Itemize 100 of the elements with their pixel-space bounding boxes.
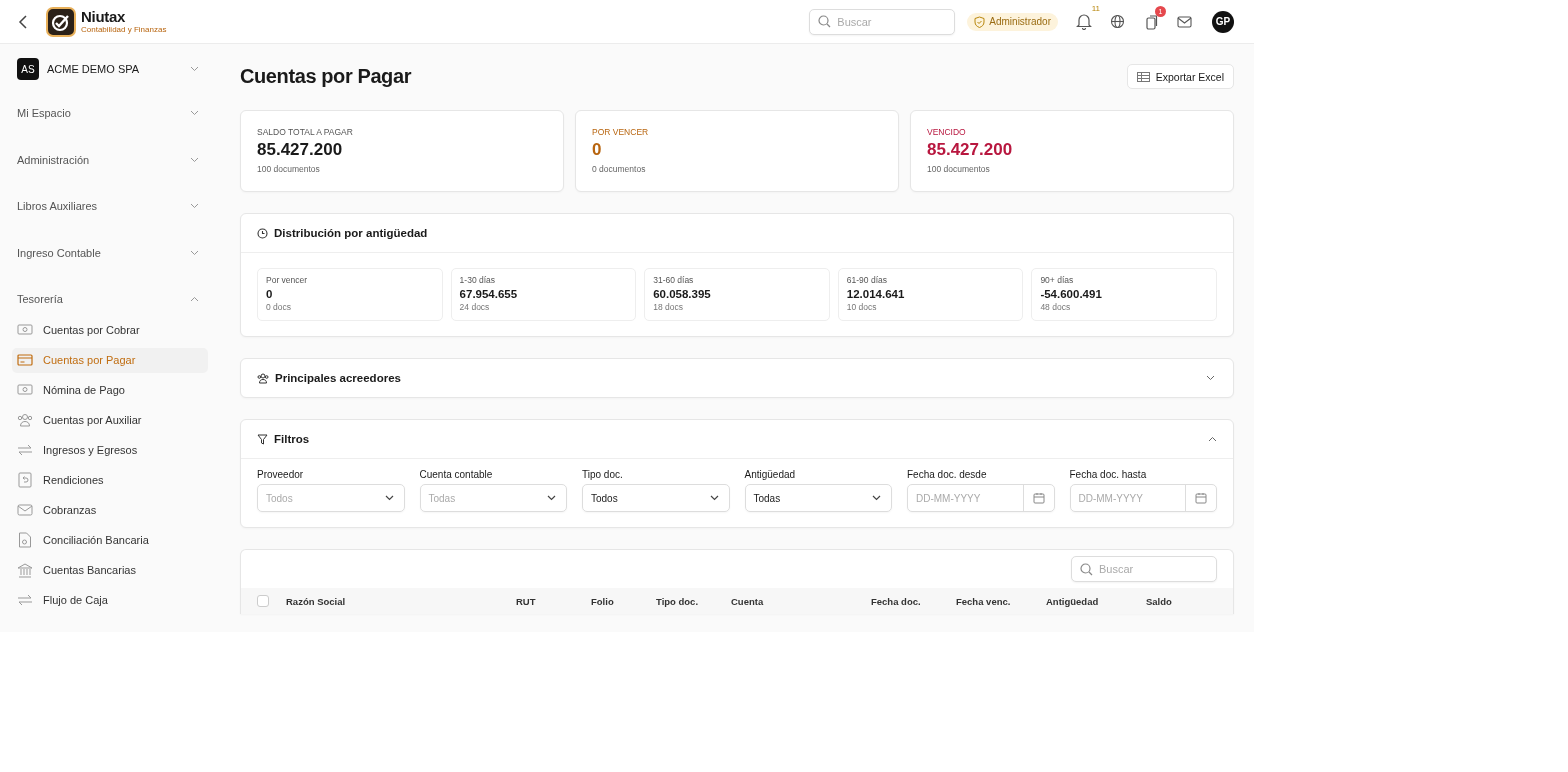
bucket-label: 90+ días xyxy=(1040,275,1075,285)
brand-tagline: Contabilidad y Finanzas xyxy=(81,26,167,34)
banknote-icon xyxy=(17,324,33,336)
arrows-swap-icon xyxy=(17,444,33,456)
filter-label: Antigüedad xyxy=(744,469,797,480)
credit-card-icon xyxy=(17,354,33,366)
chevron-down-icon xyxy=(1206,375,1215,381)
column-header[interactable]: Razón Social xyxy=(286,595,516,607)
sidebar-item[interactable]: Conciliación Bancaria xyxy=(12,527,208,553)
sidebar-item[interactable]: Cuentas Bancarias xyxy=(12,557,208,583)
filter-label: Fecha doc. hasta xyxy=(1069,469,1148,480)
summary-value: 0 xyxy=(592,140,603,160)
clipboard-icon[interactable] xyxy=(1145,13,1159,30)
column-header[interactable]: Cuenta xyxy=(731,595,871,607)
sidebar-section[interactable]: Administración xyxy=(12,146,208,173)
summary-count: 100 documentos xyxy=(257,164,321,174)
arrows-swap-icon xyxy=(17,594,33,606)
notification-count: 11 xyxy=(1091,4,1100,13)
bank-icon xyxy=(17,562,33,578)
column-header[interactable]: Antigüedad xyxy=(1046,595,1146,607)
users-icon xyxy=(257,372,269,384)
company-avatar: AS xyxy=(17,58,39,80)
select-all-checkbox[interactable] xyxy=(257,595,269,607)
sidebar-section[interactable]: Ingreso Contable xyxy=(12,239,208,266)
shield-check-icon xyxy=(974,15,986,28)
chevron-down-icon xyxy=(872,495,881,501)
column-header[interactable]: Fecha venc. xyxy=(956,595,1046,607)
back-icon[interactable] xyxy=(18,14,28,29)
sidebar-item[interactable]: Nómina de Pago xyxy=(12,377,208,403)
calendar-icon xyxy=(1032,492,1045,504)
search-icon xyxy=(818,15,832,28)
chevron-down-icon xyxy=(384,495,394,501)
bucket-value: 12.014.641 xyxy=(846,288,906,300)
chevron-up-icon[interactable] xyxy=(1208,436,1217,442)
sidebar-item[interactable]: Cuentas por Cobrar xyxy=(12,317,208,343)
chevron-down-icon xyxy=(190,66,199,72)
bucket-count: 48 docs xyxy=(1040,302,1072,312)
sidebar-item[interactable]: Ingresos y Egresos xyxy=(12,437,208,463)
column-header[interactable]: Folio xyxy=(591,595,656,607)
search-icon xyxy=(1080,562,1093,576)
column-header[interactable]: Saldo xyxy=(1146,595,1216,607)
bucket-value: 60.058.395 xyxy=(653,288,712,300)
export-excel-button[interactable]: Exportar Excel xyxy=(1126,64,1234,89)
summary-count: 0 documentos xyxy=(592,164,647,174)
sidebar-item[interactable]: Cuentas por Pagar xyxy=(12,347,208,373)
globe-icon[interactable] xyxy=(1110,14,1125,29)
creditors-panel[interactable]: Principales acreedores xyxy=(240,358,1234,398)
filter-label: Cuenta contable xyxy=(419,469,494,480)
bucket-value: -54.600.491 xyxy=(1040,288,1103,300)
filter-label: Tipo doc. xyxy=(582,469,624,480)
filter-dropdown[interactable]: Todos xyxy=(582,484,730,512)
sidebar-section[interactable]: Mi Espacio xyxy=(12,100,208,126)
clock-icon xyxy=(257,227,268,239)
summary-label: SALDO TOTAL A PAGAR xyxy=(257,127,354,137)
role-badge: Administrador xyxy=(967,12,1058,31)
sidebar-item[interactable]: Cobranzas xyxy=(12,497,208,523)
document-search-icon xyxy=(17,532,33,548)
logo-icon xyxy=(46,6,76,37)
column-header[interactable]: Tipo doc. xyxy=(656,595,731,607)
mail-icon xyxy=(17,504,33,516)
chevron-down-icon xyxy=(190,203,199,209)
chevron-down-icon xyxy=(190,156,199,163)
filter-icon xyxy=(257,433,268,445)
chevron-down-icon xyxy=(709,495,719,501)
mail-icon[interactable] xyxy=(1177,15,1192,28)
bucket-count: 0 docs xyxy=(266,302,293,312)
sidebar-item[interactable]: Flujo de Caja xyxy=(12,587,208,613)
column-header[interactable]: RUT xyxy=(516,595,591,607)
chevron-down-icon xyxy=(190,110,199,116)
brand-name: Niutax xyxy=(81,9,127,24)
sidebar-section[interactable]: Tesorería xyxy=(12,286,208,312)
bucket-label: 1-30 días xyxy=(459,275,497,285)
banknote-icon xyxy=(17,384,33,396)
chevron-up-icon xyxy=(190,296,199,302)
bucket-label: 31-60 días xyxy=(653,275,695,285)
bucket-label: Por vencer xyxy=(266,275,309,285)
table-icon xyxy=(1136,71,1150,82)
user-avatar[interactable]: GP xyxy=(1212,10,1234,33)
filter-dropdown[interactable]: Todas xyxy=(744,484,892,512)
sidebar-item[interactable]: Cuentas por Auxiliar xyxy=(12,407,208,433)
bucket-value: 0 xyxy=(266,288,274,300)
summary-value: 85.427.200 xyxy=(257,140,344,160)
sidebar-section[interactable]: Libros Auxiliares xyxy=(12,193,208,219)
users-icon xyxy=(17,413,33,427)
notifications-icon[interactable] xyxy=(1076,13,1092,30)
summary-label: VENCIDO xyxy=(927,127,967,137)
page-title: Cuentas por Pagar xyxy=(240,65,412,88)
receipt-icon xyxy=(17,472,33,488)
chevron-down-icon xyxy=(547,495,556,501)
bucket-count: 18 docs xyxy=(653,302,684,312)
bucket-count: 10 docs xyxy=(846,302,878,312)
filter-label: Proveedor xyxy=(257,469,305,480)
filter-label: Fecha doc. desde xyxy=(907,469,988,480)
column-header[interactable]: Fecha doc. xyxy=(871,595,956,607)
company-selector[interactable]: AS ACME DEMO SPA xyxy=(12,56,208,82)
sidebar-item[interactable]: Rendiciones xyxy=(12,467,208,493)
panel-title: Filtros xyxy=(274,433,310,445)
panel-title: Distribución por antigüedad xyxy=(274,227,428,239)
bucket-count: 24 docs xyxy=(459,302,491,312)
bucket-label: 61-90 días xyxy=(846,275,888,285)
